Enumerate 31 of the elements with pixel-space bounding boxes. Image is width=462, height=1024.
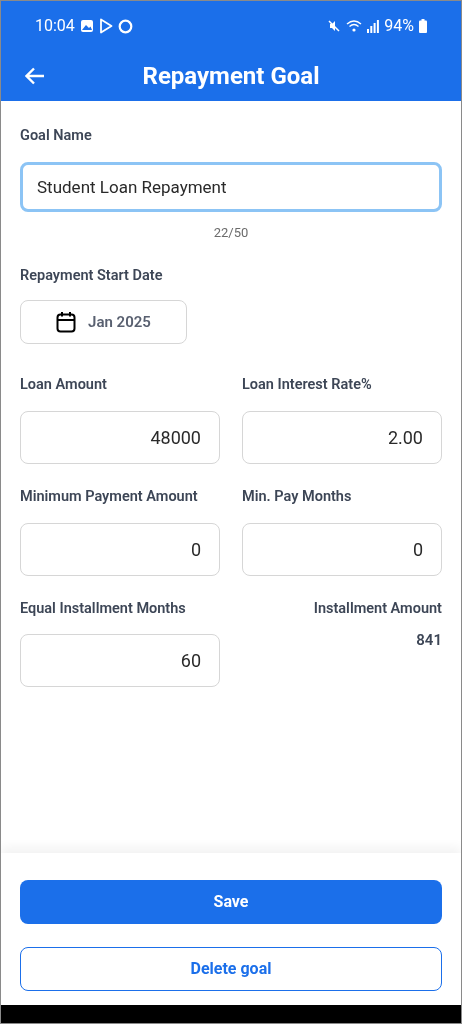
play-icon — [98, 18, 113, 34]
status-time: 10:04 — [35, 15, 75, 37]
field-label: Installment Amount — [312, 598, 442, 619]
number-field[interactable]: 0 — [20, 522, 220, 576]
field-label: Minimum Payment Amount — [20, 486, 199, 507]
wifi-icon — [346, 19, 363, 33]
number-field[interactable]: 0 — [242, 522, 442, 576]
number-field[interactable]: 48000 — [20, 410, 220, 464]
field-label: Goal Name — [20, 126, 93, 146]
goal-name-field[interactable]: Student Loan Repayment — [20, 161, 442, 212]
delete-button[interactable]: Delete goal — [20, 947, 442, 991]
field-label: Loan Amount — [20, 375, 108, 395]
battery-percent: 94% — [384, 15, 414, 37]
image-icon — [79, 19, 94, 33]
battery-icon — [419, 19, 427, 33]
calendar-icon — [56, 311, 77, 333]
circle-icon — [117, 18, 133, 34]
field-label: Loan Interest Rate% — [242, 375, 373, 395]
field-label: Repayment Start Date — [20, 266, 164, 287]
number-field[interactable]: 60 — [20, 634, 220, 688]
save-button[interactable]: Save — [20, 880, 442, 924]
mute-icon — [327, 19, 342, 33]
character-counter: 22/50 — [212, 223, 250, 242]
installment-value: 841 — [415, 630, 442, 652]
date-picker-button[interactable]: Jan 2025 — [20, 300, 187, 344]
number-field[interactable]: 2.00 — [242, 410, 442, 464]
field-label: Min. Pay Months — [242, 486, 353, 507]
screen-title: Repayment Goal — [141, 61, 321, 92]
back-arrow-icon — [25, 67, 45, 85]
field-label: Equal Installment Months — [20, 598, 187, 619]
signal-icon — [367, 19, 380, 33]
